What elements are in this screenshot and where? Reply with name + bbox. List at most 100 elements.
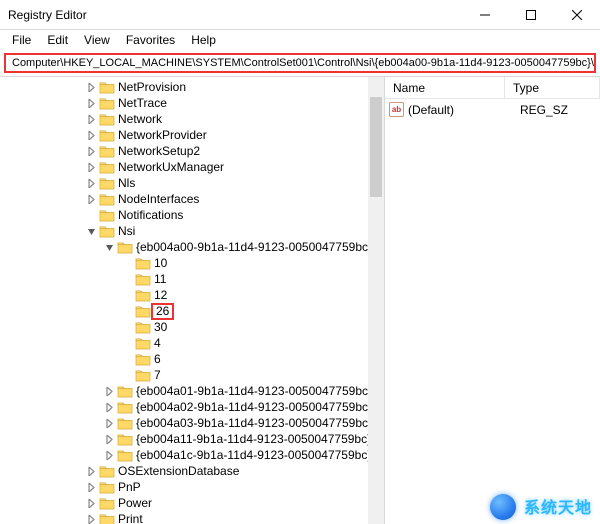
folder-icon bbox=[135, 320, 151, 335]
folder-icon bbox=[135, 288, 151, 303]
chevron-right-icon[interactable] bbox=[85, 465, 97, 477]
tree-item[interactable]: PnP bbox=[0, 479, 384, 495]
chevron-right-icon[interactable] bbox=[103, 417, 115, 429]
chevron-right-icon[interactable] bbox=[85, 97, 97, 109]
tree-item[interactable]: NetProvision bbox=[0, 79, 384, 95]
tree-item-label: Nsi bbox=[118, 224, 135, 238]
tree-item-label: NetworkSetup2 bbox=[118, 144, 200, 158]
tree-item[interactable]: 10 bbox=[0, 255, 384, 271]
tree-item[interactable]: Nsi bbox=[0, 223, 384, 239]
reg-string-icon: ab bbox=[389, 102, 404, 117]
close-icon bbox=[572, 10, 582, 20]
tree-item[interactable]: NetworkProvider bbox=[0, 127, 384, 143]
tree-item[interactable]: 12 bbox=[0, 287, 384, 303]
folder-icon bbox=[135, 336, 151, 351]
tree-item-label: 12 bbox=[154, 288, 167, 302]
tree-item-label: 7 bbox=[154, 368, 161, 382]
tree-item[interactable]: NetworkSetup2 bbox=[0, 143, 384, 159]
tree-item[interactable]: 6 bbox=[0, 351, 384, 367]
tree-item[interactable]: 7 bbox=[0, 367, 384, 383]
tree-item[interactable]: {eb004a11-9b1a-11d4-9123-0050047759bc} bbox=[0, 431, 384, 447]
chevron-right-icon[interactable] bbox=[85, 161, 97, 173]
tree-item[interactable]: 26 bbox=[0, 303, 384, 319]
tree-item[interactable]: OSExtensionDatabase bbox=[0, 463, 384, 479]
tree-pane: NetProvisionNetTraceNetworkNetworkProvid… bbox=[0, 77, 385, 524]
tree-item[interactable]: 4 bbox=[0, 335, 384, 351]
folder-icon bbox=[99, 480, 115, 495]
column-name-header[interactable]: Name bbox=[385, 77, 505, 98]
folder-icon bbox=[99, 160, 115, 175]
chevron-right-icon[interactable] bbox=[85, 513, 97, 524]
folder-icon bbox=[99, 512, 115, 524]
window-title: Registry Editor bbox=[8, 8, 462, 22]
tree-scrollbar[interactable] bbox=[368, 77, 384, 524]
chevron-right-icon[interactable] bbox=[103, 433, 115, 445]
expander-placeholder bbox=[121, 289, 133, 301]
window-controls bbox=[462, 0, 600, 29]
tree-item[interactable]: 11 bbox=[0, 271, 384, 287]
folder-icon bbox=[117, 240, 133, 255]
tree-item-label: 10 bbox=[154, 256, 167, 270]
folder-icon bbox=[99, 192, 115, 207]
menu-file[interactable]: File bbox=[4, 31, 39, 49]
chevron-right-icon[interactable] bbox=[85, 145, 97, 157]
menu-help[interactable]: Help bbox=[183, 31, 224, 49]
chevron-right-icon[interactable] bbox=[103, 385, 115, 397]
tree-item[interactable]: Print bbox=[0, 511, 384, 524]
chevron-down-icon[interactable] bbox=[103, 241, 115, 253]
tree-scrollbar-thumb[interactable] bbox=[370, 97, 382, 197]
address-bar[interactable]: Computer\HKEY_LOCAL_MACHINE\SYSTEM\Contr… bbox=[4, 53, 596, 73]
folder-icon bbox=[117, 448, 133, 463]
column-type-header[interactable]: Type bbox=[505, 77, 600, 98]
chevron-right-icon[interactable] bbox=[85, 81, 97, 93]
content-area: NetProvisionNetTraceNetworkNetworkProvid… bbox=[0, 76, 600, 524]
chevron-right-icon[interactable] bbox=[85, 113, 97, 125]
tree-item[interactable]: Power bbox=[0, 495, 384, 511]
tree-item[interactable]: {eb004a03-9b1a-11d4-9123-0050047759bc} bbox=[0, 415, 384, 431]
menu-favorites[interactable]: Favorites bbox=[118, 31, 183, 49]
folder-icon bbox=[99, 96, 115, 111]
chevron-down-icon[interactable] bbox=[85, 225, 97, 237]
tree-item[interactable]: {eb004a1c-9b1a-11d4-9123-0050047759bc} bbox=[0, 447, 384, 463]
tree-item-label: {eb004a02-9b1a-11d4-9123-0050047759bc} bbox=[136, 400, 372, 414]
tree-item[interactable]: {eb004a00-9b1a-11d4-9123-0050047759bc} bbox=[0, 239, 384, 255]
chevron-right-icon[interactable] bbox=[85, 193, 97, 205]
address-bar-container: Computer\HKEY_LOCAL_MACHINE\SYSTEM\Contr… bbox=[0, 50, 600, 76]
chevron-right-icon[interactable] bbox=[85, 481, 97, 493]
tree-item[interactable]: Notifications bbox=[0, 207, 384, 223]
folder-icon bbox=[99, 176, 115, 191]
tree-item-label: Notifications bbox=[118, 208, 183, 222]
tree-item[interactable]: Nls bbox=[0, 175, 384, 191]
tree-item[interactable]: NodeInterfaces bbox=[0, 191, 384, 207]
registry-tree[interactable]: NetProvisionNetTraceNetworkNetworkProvid… bbox=[0, 77, 384, 524]
maximize-button[interactable] bbox=[508, 0, 554, 29]
tree-item[interactable]: 30 bbox=[0, 319, 384, 335]
chevron-right-icon[interactable] bbox=[103, 449, 115, 461]
folder-icon bbox=[99, 208, 115, 223]
chevron-right-icon[interactable] bbox=[85, 497, 97, 509]
values-list[interactable]: ab(Default)REG_SZ bbox=[385, 99, 600, 118]
title-bar: Registry Editor bbox=[0, 0, 600, 30]
tree-item[interactable]: NetTrace bbox=[0, 95, 384, 111]
folder-icon bbox=[117, 432, 133, 447]
chevron-right-icon[interactable] bbox=[103, 401, 115, 413]
chevron-right-icon[interactable] bbox=[85, 177, 97, 189]
tree-item[interactable]: {eb004a01-9b1a-11d4-9123-0050047759bc} bbox=[0, 383, 384, 399]
tree-item[interactable]: {eb004a02-9b1a-11d4-9123-0050047759bc} bbox=[0, 399, 384, 415]
folder-icon bbox=[99, 144, 115, 159]
tree-item[interactable]: Network bbox=[0, 111, 384, 127]
tree-item-label: NodeInterfaces bbox=[118, 192, 199, 206]
close-button[interactable] bbox=[554, 0, 600, 29]
tree-item-label: Power bbox=[118, 496, 152, 510]
minimize-button[interactable] bbox=[462, 0, 508, 29]
expander-placeholder bbox=[85, 209, 97, 221]
menu-view[interactable]: View bbox=[76, 31, 118, 49]
chevron-right-icon[interactable] bbox=[85, 129, 97, 141]
tree-item-label: 11 bbox=[154, 272, 166, 286]
menu-edit[interactable]: Edit bbox=[39, 31, 76, 49]
folder-icon bbox=[135, 304, 151, 319]
expander-placeholder bbox=[121, 353, 133, 365]
tree-item[interactable]: NetworkUxManager bbox=[0, 159, 384, 175]
value-row[interactable]: ab(Default)REG_SZ bbox=[385, 101, 600, 118]
folder-icon bbox=[117, 416, 133, 431]
